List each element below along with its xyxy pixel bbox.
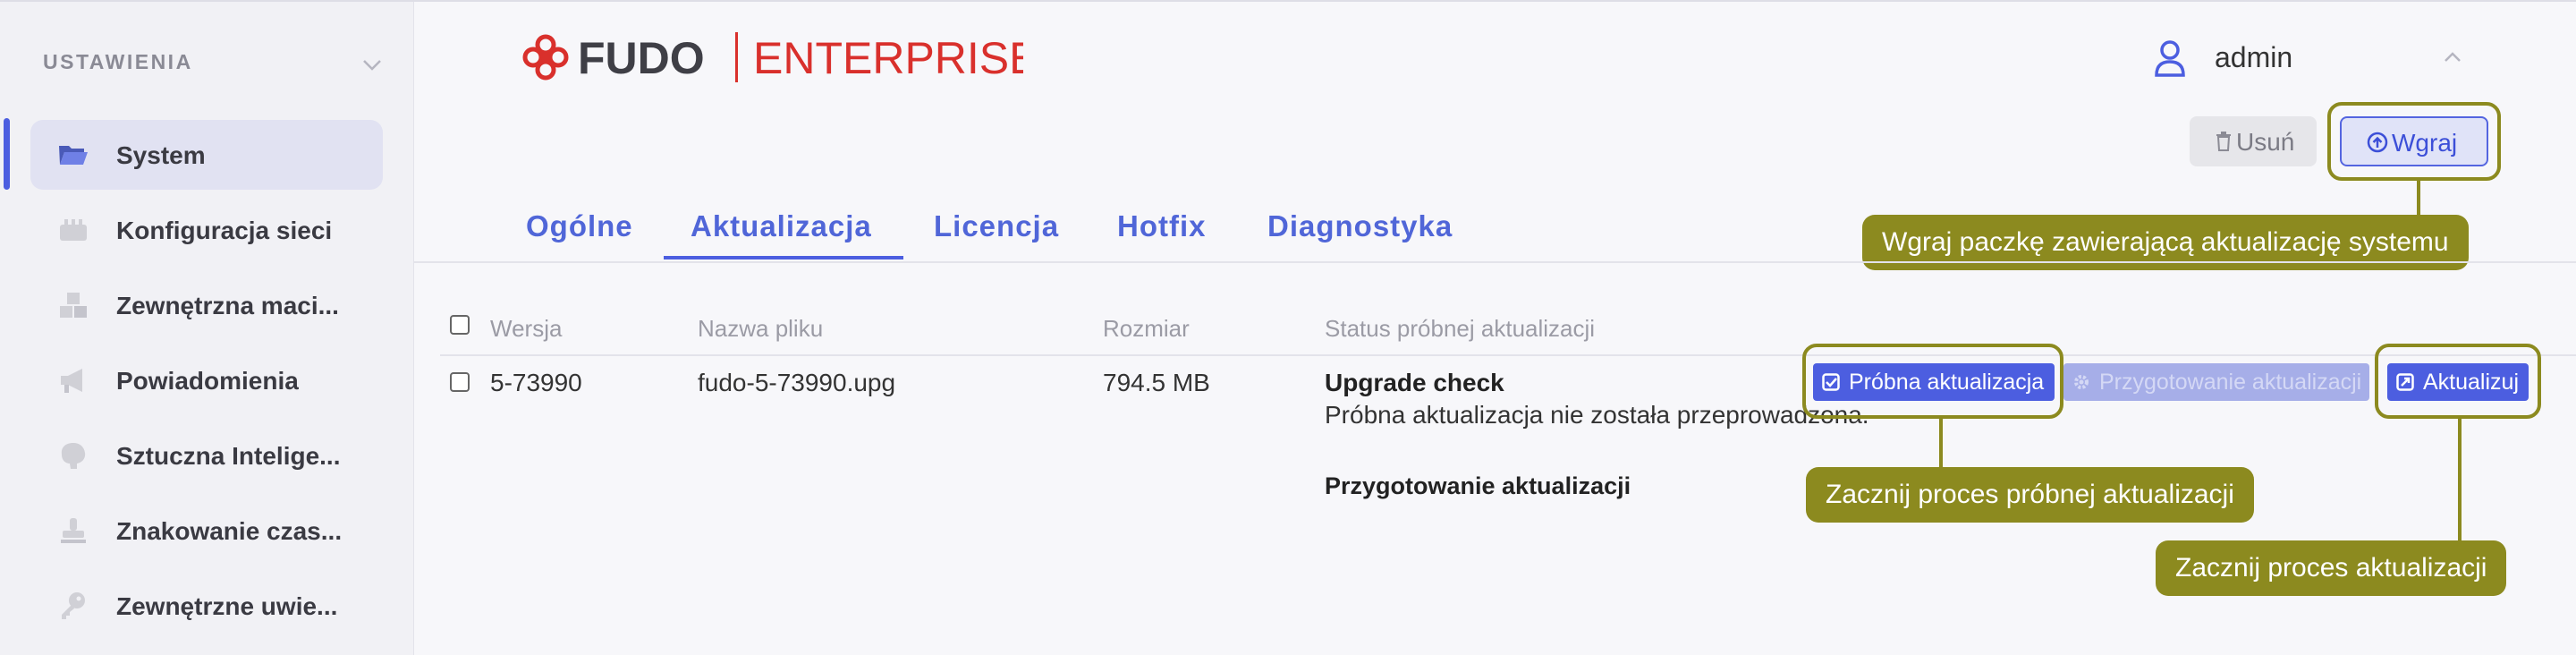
logo-brand: FUDO xyxy=(578,33,705,83)
sidebar-item-label: Konfiguracja sieci xyxy=(116,217,333,244)
sidebar-item-external-matrix[interactable]: Zewnętrzna maci... xyxy=(30,270,383,340)
tab-general[interactable]: Ogólne xyxy=(526,209,633,243)
user-name[interactable]: admin xyxy=(2215,41,2292,74)
tab-diagnostics[interactable]: Diagnostyka xyxy=(1267,209,1453,243)
sidebar-item-network[interactable]: Konfiguracja sieci xyxy=(30,195,383,265)
column-header-filename[interactable]: Nazwa pliku xyxy=(698,315,823,343)
cell-version: 5-73990 xyxy=(490,369,582,396)
trial-update-tooltip: Zacznij proces próbnej aktualizacji xyxy=(1806,467,2254,523)
sidebar-item-timestamping[interactable]: Znakowanie czas... xyxy=(30,496,383,566)
sidebar-header: USTAWIENIA xyxy=(43,50,193,73)
sidebar-item-label: Zewnętrzna maci... xyxy=(116,292,339,319)
callout-connector xyxy=(1939,417,1943,469)
active-tab-indicator xyxy=(664,256,903,259)
brain-icon xyxy=(61,443,86,469)
sidebar-item-system[interactable]: System xyxy=(30,120,383,190)
table-header-divider xyxy=(440,354,2576,356)
select-all-checkbox[interactable] xyxy=(450,315,470,335)
stamp-icon xyxy=(61,518,86,543)
status-title-prepare: Przygotowanie aktualizacji xyxy=(1325,472,1631,499)
chevron-down-icon[interactable] xyxy=(360,52,385,77)
delete-label: Usuń xyxy=(2236,128,2295,156)
cell-filename: fudo-5-73990.upg xyxy=(698,369,896,396)
tab-license[interactable]: Licencja xyxy=(934,209,1059,243)
logo-edition: ENTERPRISE xyxy=(753,33,1023,83)
trash-icon xyxy=(2216,132,2231,151)
tab-hotfix[interactable]: Hotfix xyxy=(1117,209,1207,243)
update-highlight xyxy=(2375,344,2541,419)
sidebar-active-indicator xyxy=(4,118,10,190)
cubes-icon xyxy=(60,293,87,318)
sidebar-item-ai[interactable]: Sztuczna Intelige... xyxy=(30,421,383,490)
gear-icon xyxy=(2074,375,2089,389)
column-header-version[interactable]: Wersja xyxy=(490,315,562,343)
folder-icon xyxy=(59,146,88,165)
sidebar-item-label: Sztuczna Intelige... xyxy=(116,442,341,470)
prepare-update-button[interactable]: Przygotowanie aktualizacji xyxy=(2063,363,2369,401)
cell-size: 794.5 MB xyxy=(1103,369,1210,396)
callout-connector xyxy=(2458,417,2462,542)
fudo-enterprise-logo: FUDO ENTERPRISE xyxy=(522,32,1023,83)
prepare-update-label: Przygotowanie aktualizacji xyxy=(2099,370,2362,395)
tab-update[interactable]: Aktualizacja xyxy=(691,209,872,243)
chevron-up-icon[interactable] xyxy=(2440,47,2465,68)
column-header-size[interactable]: Rozmiar xyxy=(1103,315,1190,343)
sidebar-item-label: Znakowanie czas... xyxy=(116,517,343,545)
status-text: Próbna aktualizacja nie została przeprow… xyxy=(1325,401,1869,429)
user-icon[interactable] xyxy=(2154,39,2186,77)
delete-button[interactable]: Usuń xyxy=(2190,116,2317,166)
sidebar-item-label: System xyxy=(116,141,206,169)
column-header-status: Status próbnej aktualizacji xyxy=(1325,315,1596,342)
trial-update-highlight xyxy=(1802,344,2063,419)
sidebar-item-label: Powiadomienia xyxy=(116,367,299,395)
row-checkbox[interactable] xyxy=(450,372,470,392)
update-tooltip: Zacznij proces aktualizacji xyxy=(2156,540,2507,596)
status-title: Upgrade check xyxy=(1325,369,1504,396)
key-icon xyxy=(62,592,85,619)
tabs-divider xyxy=(414,261,2576,263)
sidebar-item-external-auth[interactable]: Zewnętrzne uwie... xyxy=(30,571,383,641)
megaphone-icon xyxy=(61,369,82,393)
upload-highlight xyxy=(2327,102,2501,181)
callout-connector xyxy=(2417,179,2420,217)
sidebar-item-notifications[interactable]: Powiadomienia xyxy=(30,345,383,415)
sidebar-item-label: Zewnętrzne uwie... xyxy=(116,592,338,620)
network-icon xyxy=(60,219,87,241)
